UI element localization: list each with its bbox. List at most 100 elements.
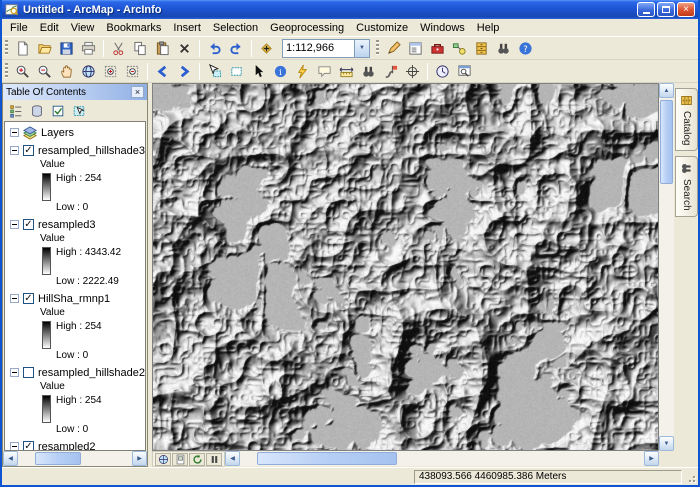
list-by-drawing-order-button[interactable] <box>6 102 25 120</box>
toolbar-grip[interactable] <box>376 40 379 56</box>
menu-view[interactable]: View <box>65 20 101 36</box>
find-route-button[interactable] <box>380 61 401 81</box>
model-builder-button[interactable] <box>449 38 470 58</box>
collapse-toggle[interactable] <box>10 294 19 303</box>
layer-visibility-checkbox[interactable]: ✓ <box>23 219 34 230</box>
collapse-toggle[interactable] <box>10 368 19 377</box>
scroll-left-arrow[interactable]: ◀ <box>225 451 240 466</box>
toc-horizontal-scrollbar[interactable]: ◀ ▶ <box>3 451 147 466</box>
layer-name[interactable]: resampled2 <box>38 441 95 452</box>
map-view[interactable] <box>153 84 658 450</box>
list-by-visibility-button[interactable] <box>48 102 67 120</box>
catalog-window-button[interactable] <box>471 38 492 58</box>
scroll-thumb[interactable] <box>257 452 397 465</box>
layout-view-button[interactable] <box>172 453 188 466</box>
map-scale-combo[interactable]: 1:112,966 ▼ <box>282 39 370 58</box>
layer-name[interactable]: resampled_hillshade2 <box>38 367 145 379</box>
forward-extent-button[interactable] <box>174 61 195 81</box>
copy-button[interactable] <box>130 38 151 58</box>
full-extent-button[interactable] <box>78 61 99 81</box>
fixed-zoom-out-button[interactable] <box>122 61 143 81</box>
paste-button[interactable] <box>152 38 173 58</box>
toolbar-grip[interactable] <box>5 40 8 56</box>
collapse-toggle[interactable] <box>10 442 19 451</box>
toc-header[interactable]: Table Of Contents × <box>3 84 147 100</box>
toolbar-grip[interactable] <box>5 63 8 79</box>
collapse-toggle[interactable] <box>10 146 19 155</box>
save-button[interactable] <box>56 38 77 58</box>
toc-close-button[interactable]: × <box>131 86 144 98</box>
editor-pencil-button[interactable] <box>383 38 404 58</box>
go-to-xy-button[interactable] <box>402 61 423 81</box>
menu-customize[interactable]: Customize <box>350 20 414 36</box>
scroll-right-arrow[interactable]: ▶ <box>644 451 659 466</box>
open-button[interactable] <box>34 38 55 58</box>
combo-dropdown-button[interactable]: ▼ <box>354 40 369 57</box>
cut-button[interactable] <box>108 38 129 58</box>
layer-name[interactable]: resampled_hillshade3 <box>38 145 145 157</box>
fixed-zoom-in-button[interactable] <box>100 61 121 81</box>
identify-button[interactable]: i <box>270 61 291 81</box>
scroll-down-arrow[interactable]: ▼ <box>659 436 674 451</box>
undo-button[interactable] <box>204 38 225 58</box>
layers-group-label[interactable]: Layers <box>41 127 74 139</box>
scroll-thumb[interactable] <box>660 100 673 184</box>
select-elements-button[interactable] <box>248 61 269 81</box>
close-button[interactable]: × <box>677 2 695 17</box>
clear-selection-button[interactable] <box>226 61 247 81</box>
list-by-selection-button[interactable] <box>69 102 88 120</box>
layer-name[interactable]: HillSha_rmnp1 <box>38 293 110 305</box>
arctoolbox-button[interactable] <box>427 38 448 58</box>
collapse-toggle[interactable] <box>10 220 19 229</box>
layer-visibility-checkbox[interactable] <box>23 367 34 378</box>
pause-drawing-button[interactable] <box>206 453 222 466</box>
time-slider-button[interactable] <box>432 61 453 81</box>
maximize-button[interactable] <box>657 2 675 17</box>
search-window-button[interactable] <box>493 38 514 58</box>
select-features-button[interactable] <box>204 61 225 81</box>
find-button[interactable] <box>358 61 379 81</box>
scroll-left-arrow[interactable]: ◀ <box>3 451 18 466</box>
scroll-track[interactable] <box>240 451 644 466</box>
scroll-track[interactable] <box>659 98 674 436</box>
scroll-up-arrow[interactable]: ▲ <box>659 83 674 98</box>
zoom-out-button[interactable] <box>34 61 55 81</box>
menu-help[interactable]: Help <box>471 20 506 36</box>
toc-window-button[interactable] <box>405 38 426 58</box>
minimize-button[interactable] <box>637 2 655 17</box>
collapse-toggle[interactable] <box>10 128 19 137</box>
scroll-right-arrow[interactable]: ▶ <box>132 451 147 466</box>
viewer-window-button[interactable] <box>454 61 475 81</box>
layer-visibility-checkbox[interactable]: ✓ <box>23 441 34 451</box>
pan-button[interactable] <box>56 61 77 81</box>
new-map-file-button[interactable] <box>12 38 33 58</box>
html-popup-button[interactable] <box>314 61 335 81</box>
map-vertical-scrollbar[interactable]: ▲ ▼ <box>659 83 674 451</box>
menu-bookmarks[interactable]: Bookmarks <box>100 20 167 36</box>
data-view-button[interactable] <box>155 453 171 466</box>
add-data-button[interactable] <box>256 38 277 58</box>
layer-visibility-checkbox[interactable]: ✓ <box>23 293 34 304</box>
refresh-view-button[interactable] <box>189 453 205 466</box>
delete-button[interactable] <box>174 38 195 58</box>
redo-button[interactable] <box>226 38 247 58</box>
hyperlink-button[interactable] <box>292 61 313 81</box>
scroll-thumb[interactable] <box>35 452 81 465</box>
layer-visibility-checkbox[interactable]: ✓ <box>23 145 34 156</box>
resize-grip[interactable] <box>684 471 696 483</box>
menu-edit[interactable]: Edit <box>34 20 65 36</box>
tab-catalog[interactable]: Catalog <box>675 88 698 151</box>
list-by-source-button[interactable] <box>27 102 46 120</box>
menu-insert[interactable]: Insert <box>167 20 207 36</box>
menu-windows[interactable]: Windows <box>414 20 471 36</box>
scroll-track[interactable] <box>18 451 132 466</box>
measure-button[interactable] <box>336 61 357 81</box>
layers-group-row[interactable]: Layers <box>10 125 145 140</box>
map-scale-value[interactable]: 1:112,966 <box>283 42 354 54</box>
help-button[interactable]: ? <box>515 38 536 58</box>
print-button[interactable] <box>78 38 99 58</box>
tab-search[interactable]: Search <box>675 156 698 217</box>
zoom-in-button[interactable] <box>12 61 33 81</box>
menu-geoprocessing[interactable]: Geoprocessing <box>264 20 350 36</box>
map-horizontal-scrollbar[interactable]: ◀ ▶ <box>225 451 659 466</box>
